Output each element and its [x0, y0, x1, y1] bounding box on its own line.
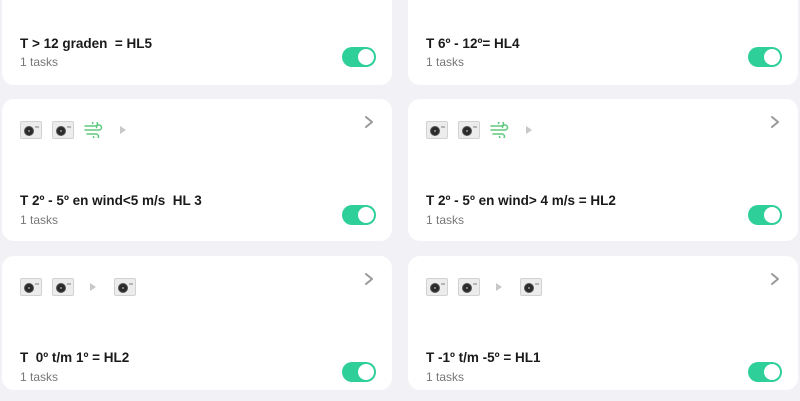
arrow-right-icon: [90, 283, 96, 291]
scene-task-count: 1 tasks: [426, 55, 465, 69]
scene-card[interactable]: T 2º - 5º en wind<5 m/s HL 3 1 tasks: [2, 99, 392, 241]
heat-pump-icon: [52, 278, 74, 296]
scene-task-count: 1 tasks: [20, 213, 59, 227]
scene-toggle[interactable]: [342, 205, 376, 225]
scene-card[interactable]: T > 12 graden = HL5 1 tasks: [2, 0, 392, 85]
scene-toggle[interactable]: [748, 205, 782, 225]
scene-card[interactable]: T -1º t/m -5º = HL1 1 tasks: [408, 256, 798, 390]
arrow-right-icon: [526, 126, 532, 134]
toggle-knob: [358, 49, 374, 65]
heat-pump-icon: [520, 278, 542, 296]
scene-title: T 2º - 5º en wind> 4 m/s = HL2: [426, 193, 616, 208]
chevron-right-icon[interactable]: [768, 272, 782, 286]
scene-task-count: 1 tasks: [426, 213, 465, 227]
toggle-knob: [764, 364, 780, 380]
chevron-right-icon[interactable]: [768, 115, 782, 129]
scene-title: T 0º t/m 1º = HL2: [20, 350, 130, 365]
scene-card[interactable]: T 0º t/m 1º = HL2 1 tasks: [2, 256, 392, 390]
heat-pump-icon: [114, 278, 136, 296]
toggle-knob: [358, 364, 374, 380]
scene-icons: [20, 276, 136, 298]
scene-toggle[interactable]: [748, 47, 782, 67]
heat-pump-icon: [52, 121, 74, 139]
heat-pump-icon: [458, 278, 480, 296]
toggle-knob: [764, 49, 780, 65]
scene-icons: [426, 276, 542, 298]
wind-icon: [84, 122, 104, 138]
heat-pump-icon: [20, 278, 42, 296]
scene-title: T > 12 graden = HL5: [20, 36, 153, 51]
heat-pump-icon: [426, 121, 448, 139]
scene-task-count: 1 tasks: [426, 370, 465, 384]
chevron-right-icon[interactable]: [362, 115, 376, 129]
scene-task-count: 1 tasks: [20, 55, 59, 69]
scene-icons: [426, 119, 540, 141]
scene-title: T -1º t/m -5º = HL1: [426, 350, 541, 365]
scene-title: T 6º - 12º= HL4: [426, 36, 520, 51]
scene-card[interactable]: T 2º - 5º en wind> 4 m/s = HL2 1 tasks: [408, 99, 798, 241]
arrow-right-icon: [496, 283, 502, 291]
wind-icon: [490, 122, 510, 138]
scene-toggle[interactable]: [748, 362, 782, 382]
scene-toggle[interactable]: [342, 47, 376, 67]
heat-pump-icon: [458, 121, 480, 139]
arrow-right-icon: [120, 126, 126, 134]
chevron-right-icon[interactable]: [362, 272, 376, 286]
toggle-knob: [764, 207, 780, 223]
scene-toggle[interactable]: [342, 362, 376, 382]
heat-pump-icon: [20, 121, 42, 139]
scene-title: T 2º - 5º en wind<5 m/s HL 3: [20, 193, 202, 208]
scene-card[interactable]: T 6º - 12º= HL4 1 tasks: [408, 0, 798, 85]
heat-pump-icon: [426, 278, 448, 296]
scene-icons: [20, 119, 134, 141]
scene-task-count: 1 tasks: [20, 370, 59, 384]
toggle-knob: [358, 207, 374, 223]
